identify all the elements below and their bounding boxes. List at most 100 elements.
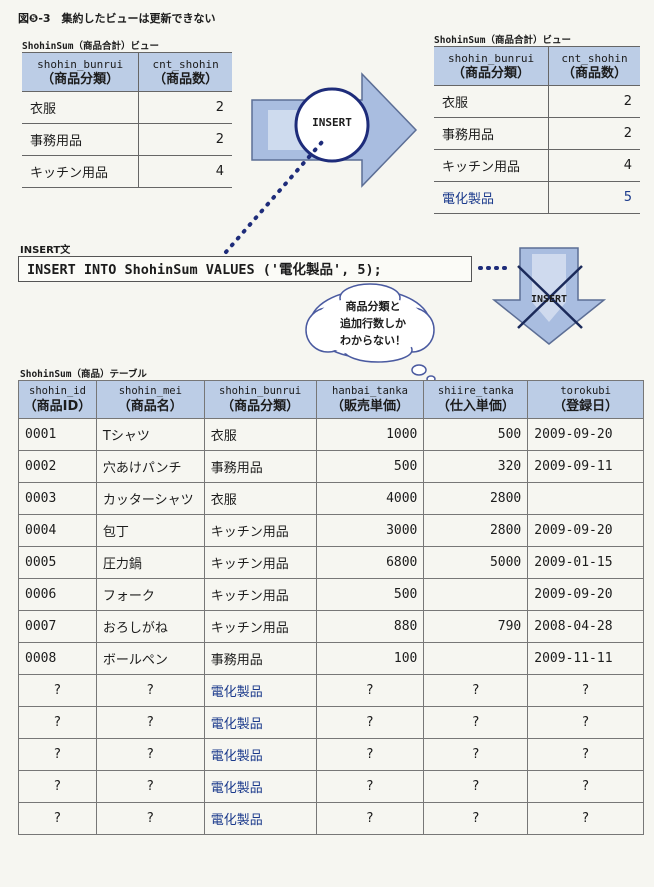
cell-bunrui: キッチン用品 [203, 578, 317, 611]
cell-bunrui: 事務用品 [203, 450, 317, 483]
shohin-table: shohin_id （商品ID） shohin_mei （商品名） shohin_bun… [18, 380, 644, 835]
cell-shiire: ? [423, 802, 529, 835]
cell-hanbai: 3000 [315, 514, 425, 547]
table-row: 衣服 2 [22, 91, 232, 124]
cell-torokubi: ? [527, 706, 644, 739]
cell-torokubi [527, 482, 644, 515]
cell-id: ? [18, 770, 97, 803]
cell-torokubi: 2009-01-15 [527, 546, 644, 579]
cell-shiire: ? [423, 706, 529, 739]
cell-shiire: 2800 [423, 514, 529, 547]
table-row: 0001 Tシャツ 衣服 1000 500 2009-09-20 [18, 418, 644, 451]
table-row: ?? 電化製品??? [18, 770, 644, 803]
table-row: 0004 包丁 キッチン用品 3000 2800 2009-09-20 [18, 514, 644, 547]
cell-id: 0002 [18, 450, 97, 483]
table-row: ?? 電化製品??? [18, 802, 644, 835]
table-row: 事務用品 2 [434, 117, 640, 150]
cell-shiire: 2800 [423, 482, 529, 515]
cell-bunrui: 衣服 [203, 418, 317, 451]
cell-name: 圧力鍋 [95, 546, 205, 579]
column-header-shohin_id: shohin_id （商品ID） [18, 380, 97, 419]
cell-name: 穴あけパンチ [95, 450, 205, 483]
cell-hanbai: 100 [315, 642, 425, 675]
table-row: 電化製品 5 [434, 181, 640, 214]
cell-name: カッターシャツ [95, 482, 205, 515]
cell-shiire [423, 578, 529, 611]
cell-name: Tシャツ [95, 418, 205, 451]
view-before-caption: ShohinSum（商品合計）ビュー [22, 41, 159, 52]
cell-id: ? [18, 802, 97, 835]
cell-torokubi: 2009-09-20 [527, 418, 644, 451]
cell-hanbai: ? [315, 770, 425, 803]
view-after-caption: ShohinSum（商品合計）ビュー [434, 35, 571, 46]
cell-shiire [423, 642, 529, 675]
cell-bunrui: 電化製品 [434, 181, 550, 214]
cell-bunrui: 事務用品 [434, 117, 550, 150]
column-header-hanbai_tanka: hanbai_tanka （販売単価） [315, 380, 425, 419]
table-row: ?? 電化製品??? [18, 738, 644, 771]
cell-bunrui: 電化製品 [203, 770, 317, 803]
cell-torokubi: ? [527, 770, 644, 803]
cell-cnt: 2 [548, 117, 640, 150]
cell-shiire: ? [423, 738, 529, 771]
cell-hanbai: ? [315, 674, 425, 707]
table-row: キッチン用品 4 [22, 155, 232, 188]
cell-bunrui: キッチン用品 [434, 149, 550, 182]
cell-id: 0005 [18, 546, 97, 579]
cell-name: ? [95, 770, 205, 803]
cell-id: ? [18, 738, 97, 771]
cell-hanbai: ? [315, 706, 425, 739]
table-row: 0006 フォーク キッチン用品 500 2009-09-20 [18, 578, 644, 611]
column-header-shohin_mei: shohin_mei （商品名） [95, 380, 205, 419]
table-row: 0003 カッターシャツ 衣服 4000 2800 [18, 482, 644, 515]
column-header-shiire_tanka: shiire_tanka （仕入単価） [423, 380, 529, 419]
table-row: ?? 電化製品??? [18, 674, 644, 707]
sql-statement: INSERT INTO ShohinSum VALUES ('電化製品', 5)… [18, 256, 472, 282]
cell-name: ? [95, 802, 205, 835]
cell-hanbai: 500 [315, 578, 425, 611]
view-before-table: shohin_bunrui （商品分類） cnt_shohin （商品数） 衣服… [22, 52, 232, 188]
table-row: 0002 穴あけパンチ 事務用品 500 320 2009-09-11 [18, 450, 644, 483]
cell-torokubi: 2009-09-11 [527, 450, 644, 483]
dotted-connector [224, 140, 324, 254]
cell-bunrui: 電化製品 [203, 802, 317, 835]
cell-hanbai: 1000 [315, 418, 425, 451]
cell-bunrui: 衣服 [22, 91, 140, 124]
cell-hanbai: 880 [315, 610, 425, 643]
cell-hanbai: 6800 [315, 546, 425, 579]
cell-bunrui: 電化製品 [203, 738, 317, 771]
cell-shiire: 5000 [423, 546, 529, 579]
table-row: 0007 おろしがね キッチン用品 880 790 2008-04-28 [18, 610, 644, 643]
cell-name: ? [95, 738, 205, 771]
cell-bunrui: 事務用品 [22, 123, 140, 156]
cell-bunrui: 衣服 [434, 85, 550, 118]
cell-id: 0004 [18, 514, 97, 547]
cell-shiire: 790 [423, 610, 529, 643]
cell-name: ? [95, 674, 205, 707]
cell-cnt: 5 [548, 181, 640, 214]
cell-torokubi: ? [527, 738, 644, 771]
cell-bunrui: キッチン用品 [22, 155, 140, 188]
table-row: 0005 圧力鍋 キッチン用品 6800 5000 2009-01-15 [18, 546, 644, 579]
cell-hanbai: 4000 [315, 482, 425, 515]
cell-cnt: 2 [138, 91, 232, 124]
cell-bunrui: キッチン用品 [203, 546, 317, 579]
cell-shiire: ? [423, 674, 529, 707]
table-row: 0008 ボールペン 事務用品 100 2009-11-11 [18, 642, 644, 675]
cell-torokubi: 2008-04-28 [527, 610, 644, 643]
figure-title: 図❺-3 集約したビューは更新できない [18, 12, 216, 25]
cell-id: ? [18, 706, 97, 739]
cell-torokubi: ? [527, 674, 644, 707]
cell-bunrui: 電化製品 [203, 674, 317, 707]
table-caption: ShohinSum（商品）テーブル [20, 369, 147, 380]
cell-bunrui: 衣服 [203, 482, 317, 515]
cell-torokubi: 2009-11-11 [527, 642, 644, 675]
cell-hanbai: ? [315, 802, 425, 835]
cell-name: おろしがね [95, 610, 205, 643]
column-header-shohin_bunrui: shohin_bunrui （商品分類） [203, 380, 317, 419]
cell-torokubi: 2009-09-20 [527, 514, 644, 547]
down-arrow-label: INSERT [530, 294, 568, 305]
view-after-table: shohin_bunrui （商品分類） cnt_shohin （商品数） 衣服… [434, 46, 640, 214]
cell-name: ? [95, 706, 205, 739]
cell-shiire: 500 [423, 418, 529, 451]
